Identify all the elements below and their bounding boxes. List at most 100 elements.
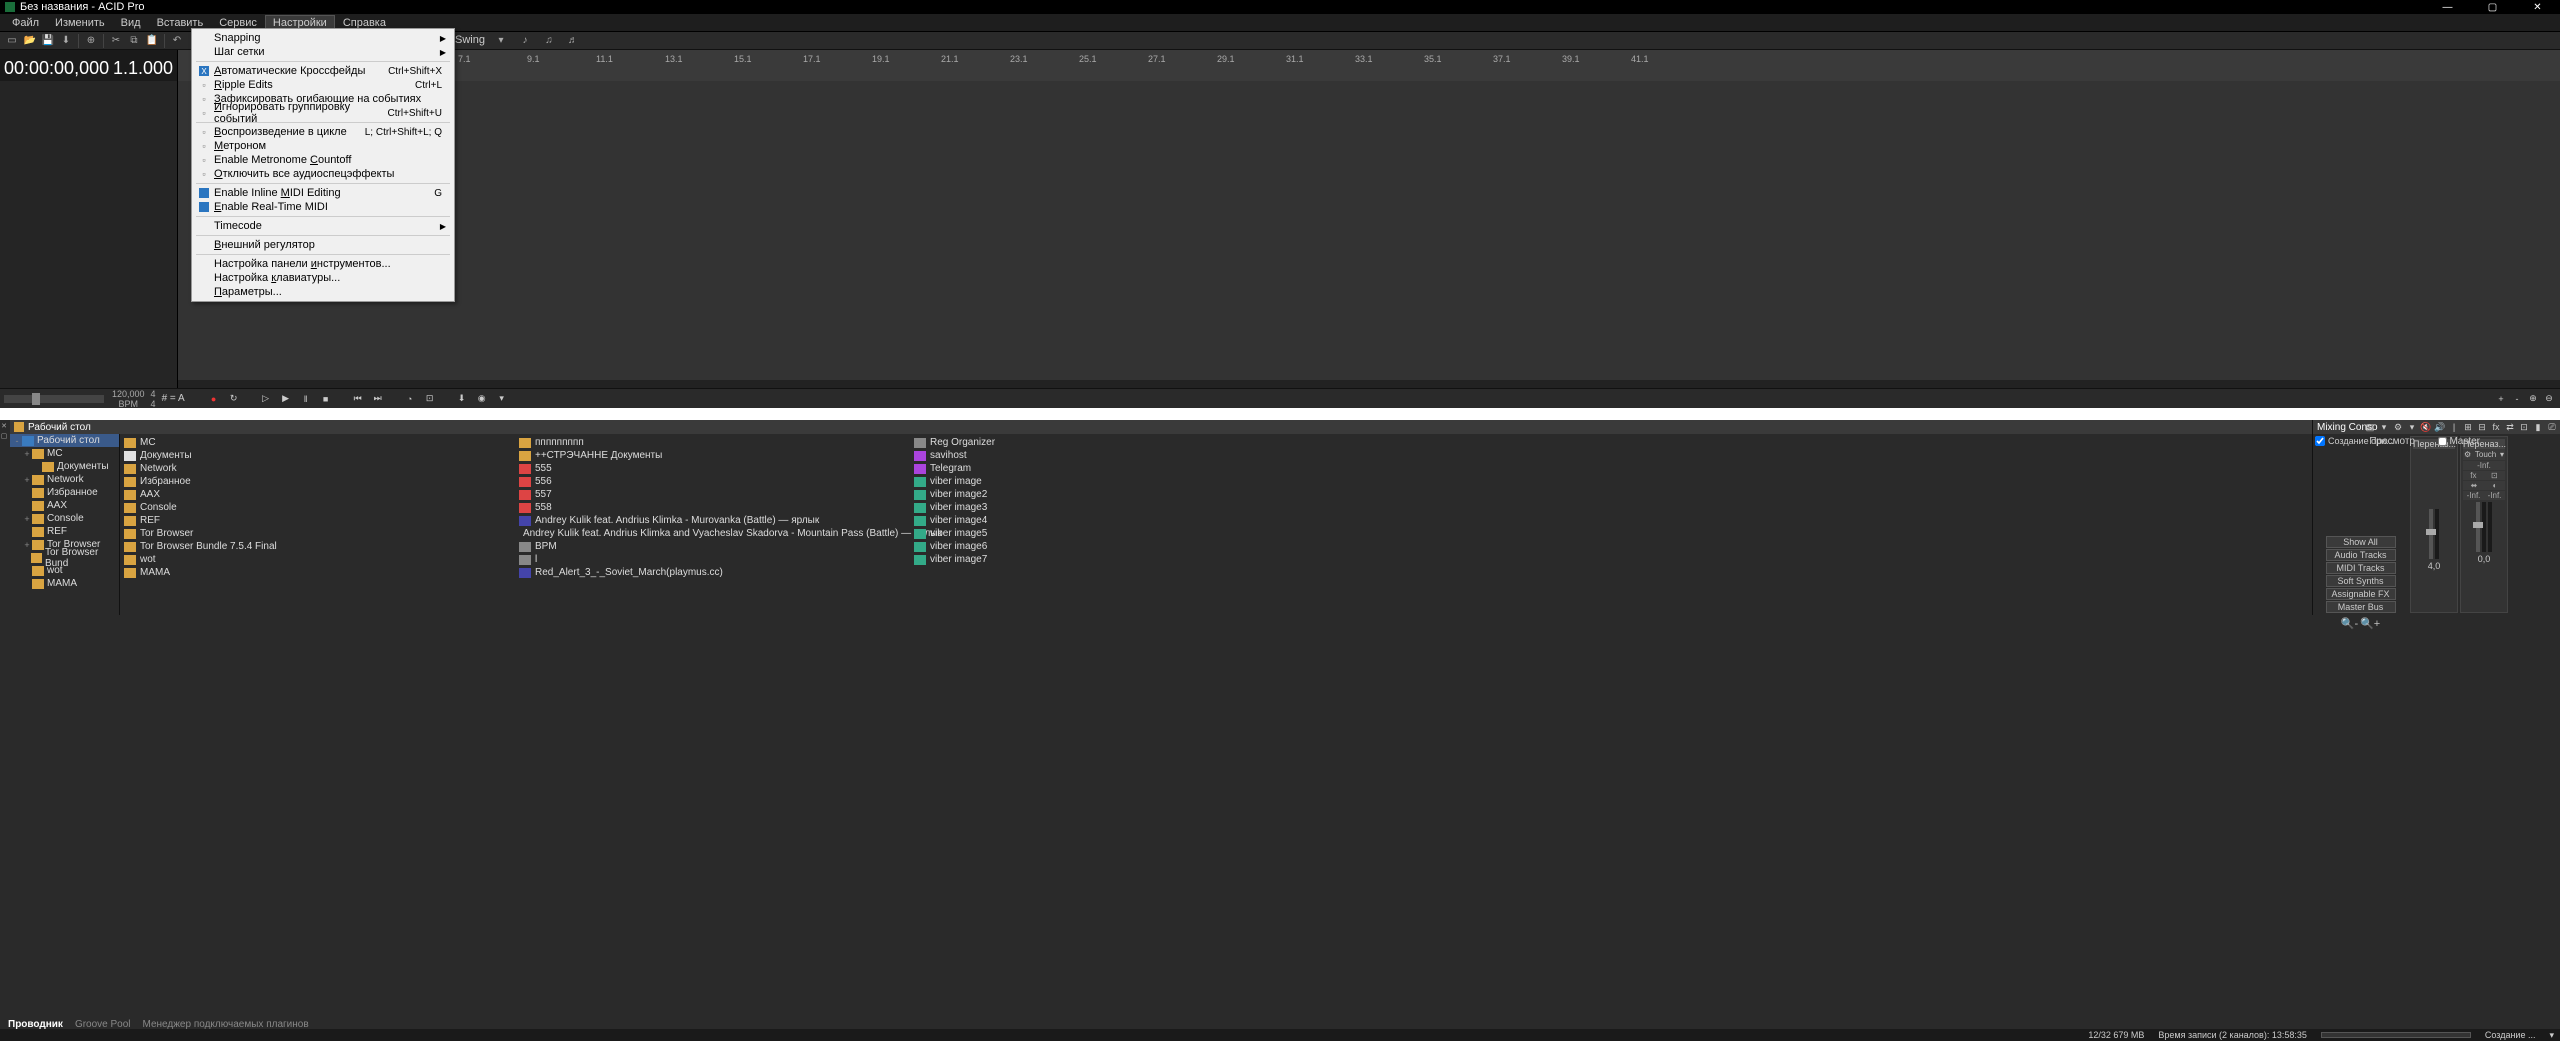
tempo-slider[interactable] — [4, 395, 104, 403]
key-signature[interactable]: # = A — [162, 393, 185, 404]
menu-item[interactable]: Настройка клавиатуры... — [192, 271, 454, 285]
file-item[interactable]: viber image7 — [910, 553, 1305, 566]
play-start-button[interactable]: ▷ — [259, 392, 273, 406]
master-touch[interactable]: Touch — [2475, 450, 2496, 459]
tree-item[interactable]: Избранное — [10, 486, 119, 499]
preview-fader[interactable] — [2429, 509, 2433, 559]
mixer-fx1-icon[interactable]: ⊞ — [2462, 421, 2474, 433]
file-item[interactable]: Tor Browser — [120, 527, 515, 540]
menu-item[interactable]: ▫Воспроизведение в циклеL; Ctrl+Shift+L;… — [192, 125, 454, 139]
master-fx-row[interactable]: fx⊡ — [2463, 471, 2505, 480]
menu-item[interactable]: Настройка панели инструментов... — [192, 257, 454, 271]
pause-button[interactable]: ‖ — [299, 392, 313, 406]
tree-item[interactable]: +Network — [10, 473, 119, 486]
explorer-files[interactable]: MCДокументыNetworkИзбранноеAAXConsoleREF… — [120, 434, 2560, 615]
file-item[interactable]: Andrey Kulik feat. Andrius Klimka and Vy… — [515, 527, 910, 540]
file-item[interactable]: viber image6 — [910, 540, 1305, 553]
file-item[interactable]: Tor Browser Bundle 7.5.4 Final — [120, 540, 515, 553]
save-button[interactable]: 💾 — [40, 33, 56, 49]
menu-item[interactable]: Параметры... — [192, 285, 454, 299]
position-display[interactable]: 1.1.000 — [113, 58, 173, 79]
file-item[interactable]: 555 — [515, 462, 910, 475]
record-button[interactable]: ● — [207, 392, 221, 406]
tree-item[interactable]: -Рабочий стол — [10, 434, 119, 447]
mixer-filter-button[interactable]: Audio Tracks — [2326, 549, 2396, 561]
stop-button[interactable]: ■ — [319, 392, 333, 406]
master-send-row[interactable]: ⬌◐ — [2463, 481, 2505, 490]
zoom-out-v[interactable]: ⊖ — [2542, 392, 2556, 406]
address-bar[interactable] — [0, 408, 2560, 420]
mixer-fader-icon[interactable]: ⎚ — [2546, 421, 2558, 433]
time-ruler[interactable]: 7.19.111.113.115.117.119.121.123.125.127… — [177, 50, 2560, 81]
file-item[interactable]: REF — [120, 514, 515, 527]
preview-channel[interactable]: Переназ... 4,0 — [2410, 436, 2458, 613]
explorer-tree[interactable]: -Рабочий стол+MCДокументы+NetworkИзбранн… — [10, 434, 120, 615]
menu-item[interactable]: Шаг сетки▶ — [192, 45, 454, 59]
file-item[interactable]: MC — [120, 436, 515, 449]
arm-button[interactable]: ⬇ — [455, 392, 469, 406]
publish-button[interactable]: ⊕ — [83, 33, 99, 49]
master-automation-icon[interactable]: ⚙ — [2464, 450, 2471, 459]
file-item[interactable]: Console — [120, 501, 515, 514]
menu-item[interactable]: XАвтоматические КроссфейдыCtrl+Shift+X — [192, 64, 454, 78]
master-fader[interactable] — [2476, 502, 2480, 552]
timecode-display[interactable]: 00:00:00,000 — [4, 58, 109, 79]
menu-item[interactable]: Внешний регулятор — [192, 238, 454, 252]
metronome-button[interactable]: ◔ — [403, 392, 417, 406]
bottom-tab[interactable]: Groove Pool — [75, 1019, 131, 1030]
loop-button[interactable]: ↻ — [227, 392, 241, 406]
mixer-fx2-icon[interactable]: ⊟ — [2476, 421, 2488, 433]
file-item[interactable]: Reg Organizer — [910, 436, 1305, 449]
mixer-meter-icon[interactable]: ▮ — [2532, 421, 2544, 433]
timeline-scrollbar[interactable] — [178, 380, 2560, 388]
file-item[interactable]: AAX — [120, 488, 515, 501]
mixer-send-icon[interactable]: ⇄ — [2504, 421, 2516, 433]
zoom-in-v[interactable]: ⊕ — [2526, 392, 2540, 406]
arrange-view[interactable] — [177, 81, 2560, 388]
bpm-value[interactable]: 120,000 — [112, 389, 145, 399]
file-item[interactable]: ++СТРЭЧАННЕ Документы — [515, 449, 910, 462]
menu-item[interactable]: ▫Enable Metronome Countoff — [192, 153, 454, 167]
zoom-in-h[interactable]: + — [2494, 392, 2508, 406]
mixer-zoom-in[interactable]: 🔍+ — [2360, 617, 2380, 630]
midi-btn3[interactable]: ♬ — [565, 32, 581, 48]
bottom-tab[interactable]: Менеджер подключаемых плагинов — [143, 1019, 309, 1030]
mixer-filter-button[interactable]: Soft Synths — [2326, 575, 2396, 587]
file-item[interactable]: savihost — [910, 449, 1305, 462]
track-list[interactable] — [0, 81, 177, 388]
file-item[interactable]: l — [515, 553, 910, 566]
tree-item[interactable]: МАМА — [10, 577, 119, 590]
close-button[interactable]: ✕ — [2515, 0, 2560, 14]
file-item[interactable]: BPM — [515, 540, 910, 553]
file-item[interactable]: viber image — [910, 475, 1305, 488]
more-dd[interactable]: ▾ — [495, 392, 509, 406]
open-button[interactable]: 📂 — [22, 33, 38, 49]
file-item[interactable]: Telegram — [910, 462, 1305, 475]
tree-item[interactable]: Документы — [10, 460, 119, 473]
midi-btn2[interactable]: ♫ — [541, 32, 557, 48]
file-item[interactable]: МАМА — [120, 566, 515, 579]
file-item[interactable]: Red_Alert_3_-_Soviet_March(playmus.cc) — [515, 566, 910, 579]
undock-panel-icon[interactable]: ▢ — [0, 432, 8, 440]
goto-start-button[interactable]: ⏮ — [351, 392, 365, 406]
save-as-button[interactable]: ⬇ — [58, 33, 74, 49]
undo-button[interactable]: ↶ — [169, 33, 185, 49]
menu-item[interactable]: Timecode▶ — [192, 219, 454, 233]
file-item[interactable]: Andrey Kulik feat. Andrius Klimka - Muro… — [515, 514, 910, 527]
menu-item[interactable]: ▫Ripple EditsCtrl+L — [192, 78, 454, 92]
file-item[interactable]: Документы — [120, 449, 515, 462]
tree-item[interactable]: AAX — [10, 499, 119, 512]
menu-item[interactable]: ▫Игнорировать группировку событийCtrl+Sh… — [192, 106, 454, 120]
tree-item[interactable]: +MC — [10, 447, 119, 460]
tree-item[interactable]: Tor Browser Bund — [10, 551, 119, 564]
timesig-num[interactable]: 4 — [151, 389, 156, 399]
mixer-settings-icon[interactable]: ⚙ — [2392, 421, 2404, 433]
file-item[interactable]: 556 — [515, 475, 910, 488]
new-button[interactable]: ▭ — [4, 33, 20, 49]
file-item[interactable]: viber image4 — [910, 514, 1305, 527]
mixer-opt1-icon[interactable]: ▤ — [2364, 421, 2376, 433]
file-item[interactable]: 557 — [515, 488, 910, 501]
menu-item[interactable]: ▫Отключить все аудиоспецэффекты — [192, 167, 454, 181]
file-item[interactable]: ппппппппп — [515, 436, 910, 449]
mixer-solo-icon[interactable]: 🔊 — [2434, 421, 2446, 433]
